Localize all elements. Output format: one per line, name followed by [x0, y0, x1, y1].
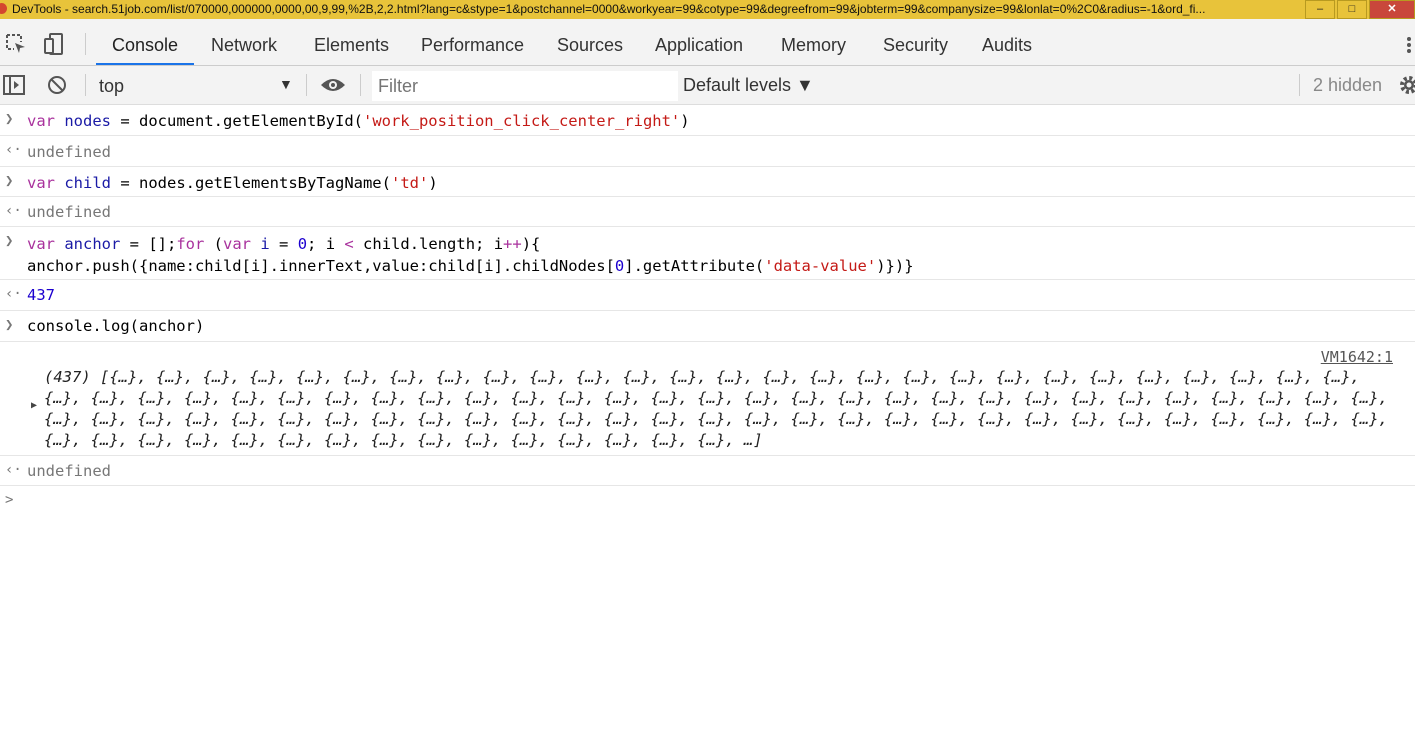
- console-prompt-row[interactable]: >: [0, 486, 1415, 516]
- prompt-caret-icon: >: [5, 492, 14, 508]
- tab-network[interactable]: Network: [211, 19, 277, 65]
- window-titlebar: DevTools - search.51job.com/list/070000,…: [0, 0, 1415, 19]
- console-result: undefined: [27, 143, 111, 161]
- console-command[interactable]: var child = nodes.getElementsByTagName('…: [0, 167, 1415, 192]
- toolbar-divider: [85, 33, 86, 55]
- log-levels-dropdown[interactable]: Default levels ▼: [683, 75, 814, 96]
- clear-console-icon[interactable]: [47, 75, 67, 95]
- context-selector[interactable]: top: [99, 76, 124, 97]
- hidden-count: 2 hidden: [1313, 75, 1383, 95]
- console-input-row: ❯ var anchor = [];for (var i = 0; i < ch…: [0, 227, 1415, 280]
- console-output: ❯ var nodes = document.getElementById('w…: [0, 105, 1415, 516]
- toolbar-divider: [1299, 74, 1300, 96]
- window-title: DevTools - search.51job.com/list/070000,…: [12, 2, 1206, 16]
- result-arrow-icon: ‹·: [5, 462, 22, 478]
- console-result-row: ‹· undefined: [0, 456, 1415, 486]
- console-input-row: ❯ var nodes = document.getElementById('w…: [0, 105, 1415, 136]
- tab-performance[interactable]: Performance: [421, 19, 524, 65]
- console-result-row: ‹· 437: [0, 280, 1415, 311]
- tab-elements[interactable]: Elements: [314, 19, 389, 65]
- tab-sources[interactable]: Sources: [557, 19, 623, 65]
- log-source-link[interactable]: VM1642:1: [1321, 348, 1393, 366]
- input-chevron-icon: ❯: [5, 173, 14, 189]
- result-arrow-icon: ‹·: [5, 203, 22, 219]
- tab-memory[interactable]: Memory: [781, 19, 846, 65]
- more-options-icon[interactable]: [1406, 36, 1412, 54]
- input-chevron-icon: ❯: [5, 233, 14, 249]
- console-toolbar: top ▼ Default levels ▼ 2 hidden: [0, 66, 1415, 105]
- sidebar-toggle-icon[interactable]: [3, 75, 25, 95]
- input-chevron-icon: ❯: [5, 317, 14, 333]
- result-arrow-icon: ‹·: [5, 142, 22, 158]
- filter-input[interactable]: [372, 71, 678, 101]
- window-controls: – □ ✕: [1303, 0, 1415, 19]
- eye-icon[interactable]: [320, 77, 346, 93]
- toolbar-divider: [85, 74, 86, 96]
- device-toolbar-icon[interactable]: [44, 33, 66, 55]
- toolbar-divider: [360, 74, 361, 96]
- console-result-row: ‹· undefined: [0, 136, 1415, 167]
- console-result: 437: [27, 286, 55, 304]
- toolbar-divider: [306, 74, 307, 96]
- inspect-element-icon[interactable]: [5, 33, 27, 55]
- maximize-button[interactable]: □: [1337, 0, 1367, 19]
- console-result: undefined: [27, 203, 111, 221]
- tab-console[interactable]: Console: [96, 19, 195, 65]
- minimize-button[interactable]: –: [1305, 0, 1335, 19]
- console-result-row: ‹· undefined: [0, 197, 1415, 227]
- tab-security[interactable]: Security: [883, 19, 948, 65]
- log-array-output[interactable]: (437) [{…}, {…}, {…}, {…}, {…}, {…}, {…}…: [0, 342, 1415, 451]
- tab-audits[interactable]: Audits: [982, 19, 1032, 65]
- chevron-down-icon[interactable]: ▼: [279, 76, 293, 92]
- gear-icon[interactable]: [1399, 75, 1415, 95]
- console-command[interactable]: var anchor = [];for (var i = 0; i < chil…: [0, 227, 1415, 277]
- console-command[interactable]: console.log(anchor): [0, 311, 1415, 335]
- expand-triangle-icon[interactable]: ▶: [31, 400, 37, 411]
- tab-application[interactable]: Application: [655, 19, 743, 65]
- result-arrow-icon: ‹·: [5, 286, 22, 302]
- console-input-row: ❯ console.log(anchor): [0, 311, 1415, 342]
- input-chevron-icon: ❯: [5, 111, 14, 127]
- close-button[interactable]: ✕: [1369, 0, 1415, 19]
- console-command[interactable]: var nodes = document.getElementById('wor…: [0, 105, 1415, 130]
- console-input-row: ❯ var child = nodes.getElementsByTagName…: [0, 167, 1415, 197]
- console-log-row: VM1642:1 ▶ (437) [{…}, {…}, {…}, {…}, {……: [0, 342, 1415, 456]
- devtools-tabbar: Console Network Elements Performance Sou…: [0, 19, 1415, 66]
- chrome-logo-icon: [0, 3, 7, 14]
- console-result: undefined: [27, 462, 111, 480]
